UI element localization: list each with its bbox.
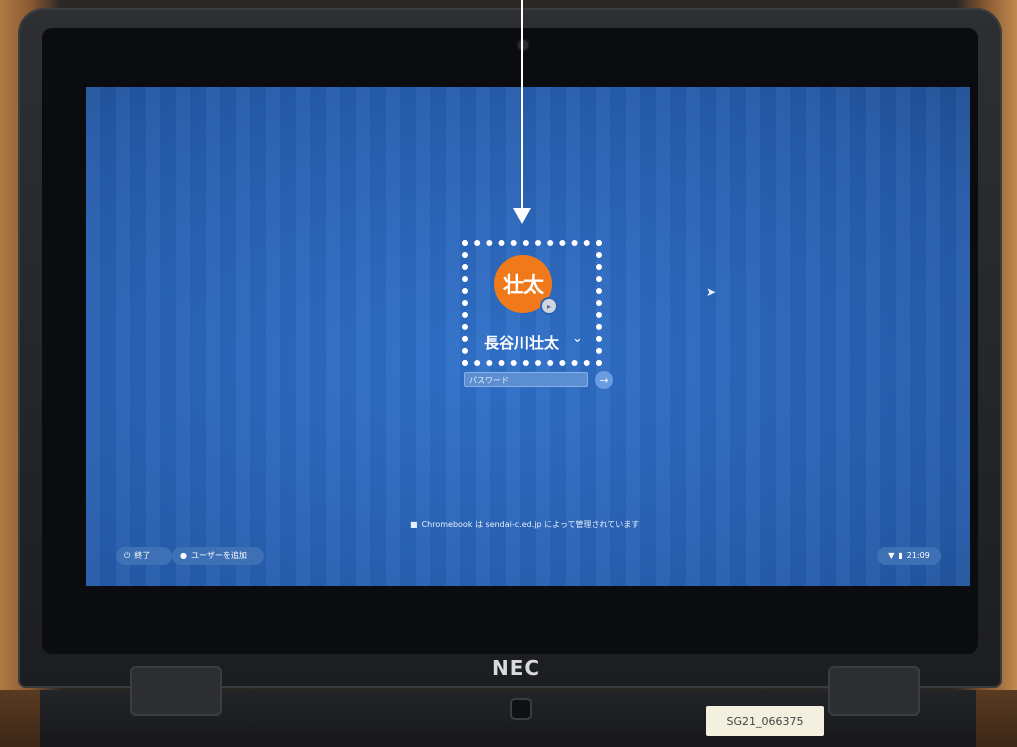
status-tray[interactable]: ▼ ▮ 21:09: [877, 547, 941, 565]
add-user-label: ユーザーを追加: [190, 551, 247, 560]
right-hinge: [828, 666, 920, 716]
front-camera-icon: [518, 40, 528, 50]
brand-logo: NEC: [492, 656, 541, 680]
clock: 21:09: [906, 551, 930, 560]
mouse-pointer-icon: ➤: [706, 285, 717, 299]
annotation-arrow-head: [513, 208, 531, 224]
password-input[interactable]: パスワード: [464, 372, 588, 387]
serial-sticker: SG21_066375: [706, 706, 824, 736]
managed-notice: ■ Chromebook は sendai-c.ed.jp によって管理されていま…: [410, 519, 639, 530]
power-icon: ⏻: [124, 551, 131, 560]
shutdown-label: 終了: [134, 551, 151, 560]
add-user-button[interactable]: ● ユーザーを追加: [172, 547, 264, 565]
arrow-right-icon: →: [599, 373, 609, 387]
left-hinge: [130, 666, 222, 716]
shutdown-button[interactable]: ⏻ 終了: [116, 547, 172, 565]
add-user-icon: ●: [180, 551, 187, 560]
building-icon: ■: [410, 520, 418, 529]
battery-icon: ▮: [898, 551, 903, 560]
annotation-arrow-line: [521, 0, 523, 210]
wifi-icon: ▼: [888, 551, 895, 560]
webcam-icon: [512, 700, 530, 718]
submit-button[interactable]: →: [595, 371, 613, 389]
managed-notice-text: Chromebook は sendai-c.ed.jp によって管理されています: [421, 520, 640, 529]
annotation-highlight-box: [462, 240, 602, 366]
